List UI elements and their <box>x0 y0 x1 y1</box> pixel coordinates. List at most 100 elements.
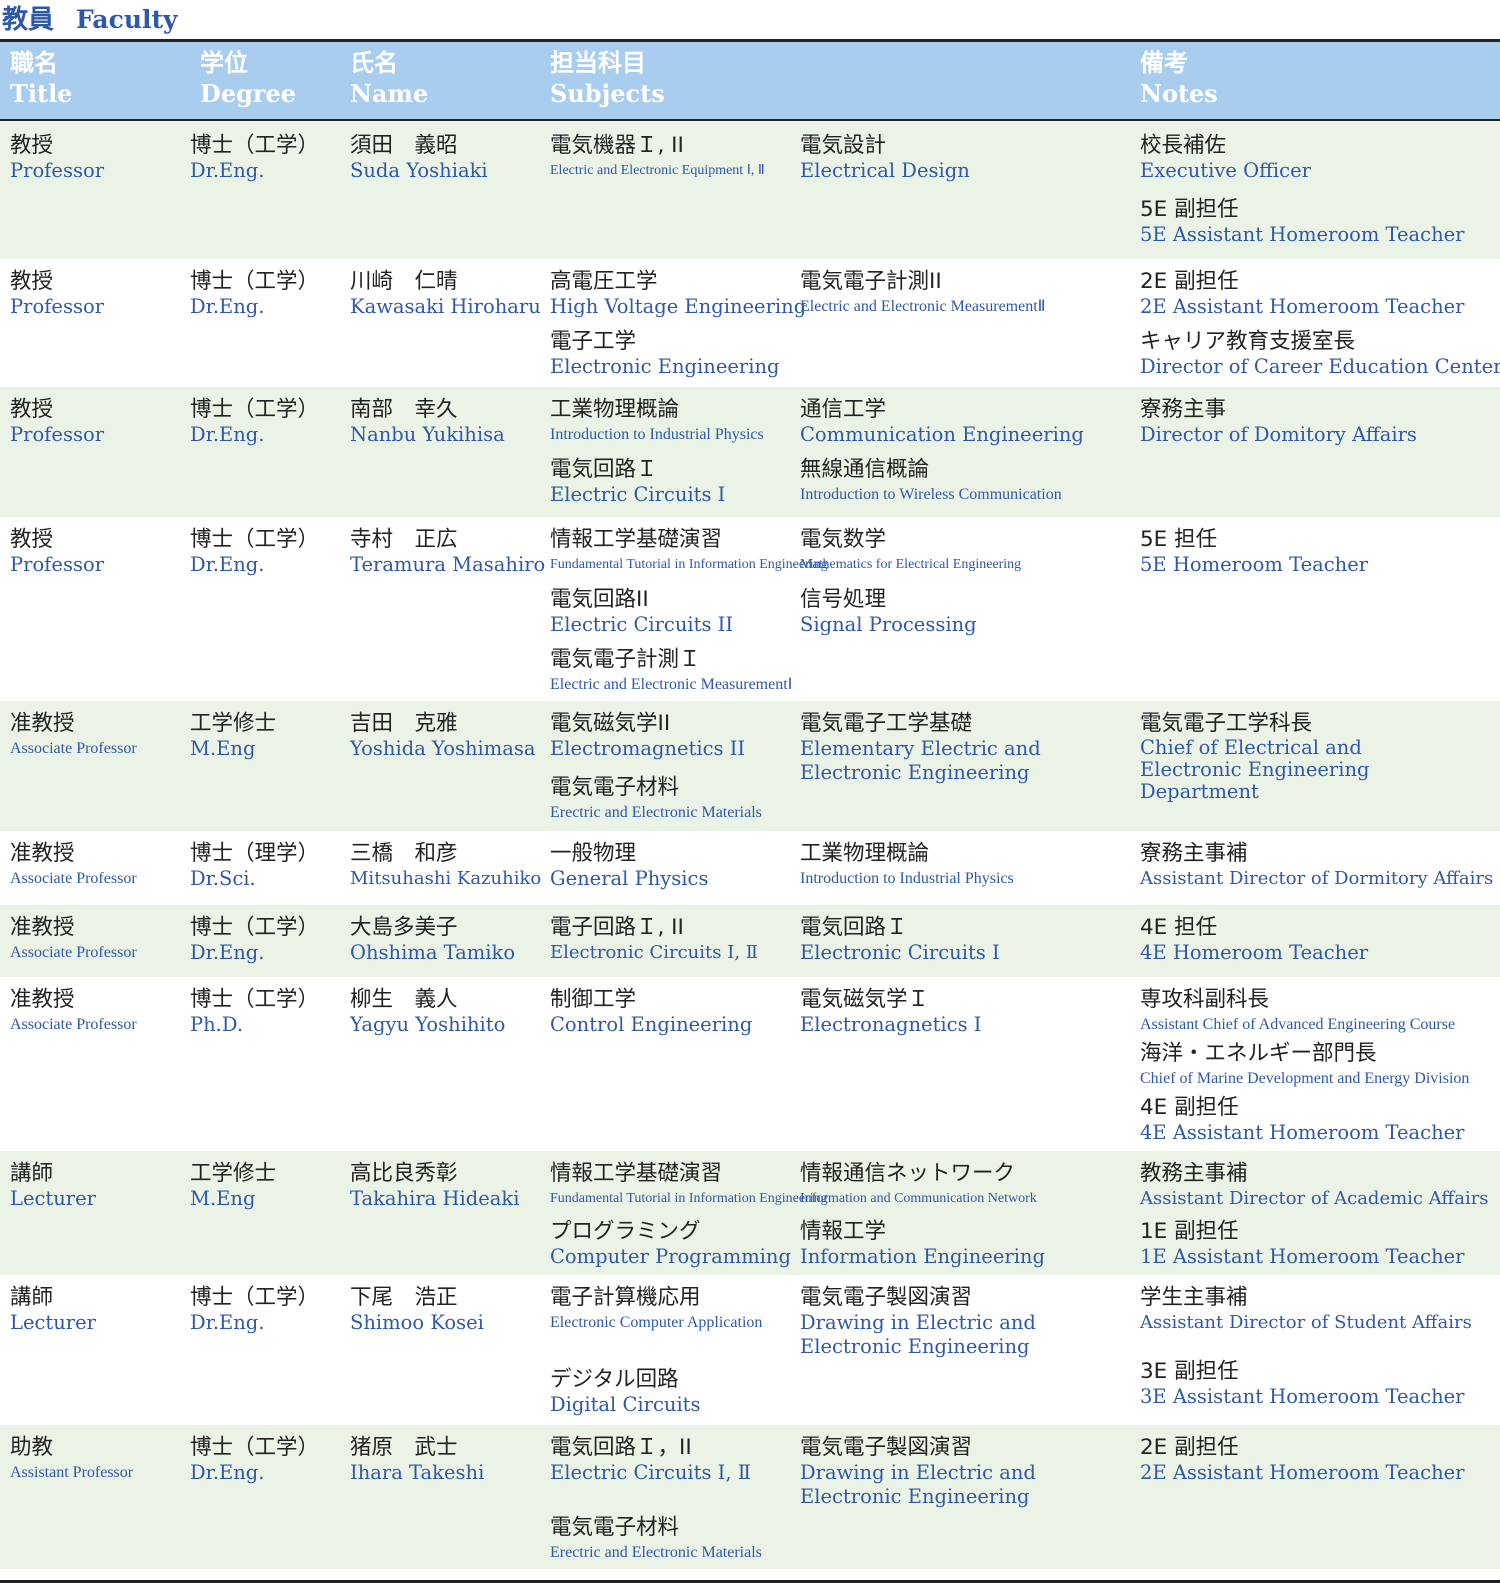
subject-item: 高電圧工学 High Voltage Engineering <box>550 269 807 318</box>
name-cell: 三橋 和彦 Mitsuhashi Kazuhiko <box>350 841 542 889</box>
subject-item: 電気電子材料 Erectric and Electronic Materials <box>550 775 762 821</box>
heading-en: Faculty <box>76 4 178 34</box>
subject-item: 電気設計 Electrical Design <box>800 133 970 182</box>
subject-item: プログラミング Computer Programming <box>550 1219 791 1268</box>
name-cell: 寺村 正広 Teramura Masahiro <box>350 527 546 576</box>
column-header-subjects: 担当科目 Subjects <box>550 49 665 108</box>
name-cell: 川崎 仁晴 Kawasaki Hiroharu <box>350 269 541 318</box>
subject-item: 工業物理概論 Introduction to Industrial Physics <box>800 841 1014 887</box>
name-cell: 吉田 克雅 Yoshida Yoshimasa <box>350 711 536 760</box>
note-item: 1E 副担任 1E Assistant Homeroom Teacher <box>1140 1219 1465 1268</box>
note-item: 寮務主事補 Assistant Director of Dormitory Aff… <box>1140 841 1494 889</box>
subject-item: 情報工学 Information Engineering <box>800 1219 1045 1268</box>
note-item: 学生主事補 Assistant Director of Student Affai… <box>1140 1285 1472 1333</box>
title-cell: 講師 Lecturer <box>10 1285 96 1334</box>
subject-item: デジタル回路 Digital Circuits <box>550 1367 701 1416</box>
table-row: 准教授 Associate Professor 博士（工学） Ph.D. 柳生 義人… <box>0 977 1500 1151</box>
name-cell: 下尾 浩正 Shimoo Kosei <box>350 1285 484 1334</box>
title-cell: 准教授 Associate Professor <box>10 711 137 757</box>
subject-item: 無線通信概論 Introduction to Wireless Communica… <box>800 457 1062 503</box>
note-item: 5E 担任 5E Homeroom Teacher <box>1140 527 1369 576</box>
name-cell: 高比良秀彰 Takahira Hideaki <box>350 1161 520 1210</box>
subject-item: 電気電子工学基礎 Elementary Electric and Electron… <box>800 711 1041 784</box>
note-item: 2E 副担任 2E Assistant Homeroom Teacher <box>1140 1435 1465 1484</box>
column-header-name: 氏名 Name <box>350 49 429 108</box>
name-cell: 柳生 義人 Yagyu Yoshihito <box>350 987 506 1036</box>
title-cell: 教授 Professor <box>10 397 105 446</box>
note-item: 4E 担任 4E Homeroom Teacher <box>1140 915 1369 964</box>
table-row: 教授 Professor 博士（工学） Dr.Eng. 川崎 仁晴 Kawasaki … <box>0 259 1500 387</box>
title-cell: 准教授 Associate Professor <box>10 915 137 961</box>
table-row: 准教授 Associate Professor 博士（理学） Dr.Sci. 三橋 … <box>0 831 1500 905</box>
table-bottom-rule <box>0 1580 1500 1583</box>
subject-item: 通信工学 Communication Engineering <box>800 397 1084 446</box>
note-item: 3E 副担任 3E Assistant Homeroom Teacher <box>1140 1359 1465 1408</box>
subject-item: 電子計算機応用 Electronic Computer Application <box>550 1285 763 1331</box>
note-item: 寮務主事 Director of Domitory Affairs <box>1140 397 1417 446</box>
note-item: 専攻科副科長 Assistant Chief of Advanced Engine… <box>1140 987 1456 1033</box>
subject-item: 情報工学基礎演習 Fundamental Tutorial in Informat… <box>550 527 828 572</box>
subject-item: 一般物理 General Physics <box>550 841 709 890</box>
title-cell: 教授 Professor <box>10 133 105 182</box>
degree-cell: 博士（工学） Dr.Eng. <box>190 527 320 576</box>
column-header-notes: 備考 Notes <box>1140 49 1218 108</box>
subject-item: 電気機器Ｉ, II Electric and Electronic Equipme… <box>550 133 765 178</box>
heading-jp: 教員 <box>2 4 55 35</box>
subject-item: 電気電子計測Ｉ Electric and Electronic Measureme… <box>550 647 793 693</box>
subject-item: 信号処理 Signal Processing <box>800 587 977 636</box>
table-row: 准教授 Associate Professor 博士（工学） Dr.Eng. 大島多… <box>0 905 1500 977</box>
title-cell: 教授 Professor <box>10 527 105 576</box>
table-row: 教授 Professor 博士（工学） Dr.Eng. 寺村 正広 Teramura … <box>0 517 1500 701</box>
subject-item: 情報工学基礎演習 Fundamental Tutorial in Informat… <box>550 1161 828 1206</box>
note-item: 4E 副担任 4E Assistant Homeroom Teacher <box>1140 1095 1465 1144</box>
note-item: 海洋・エネルギー部門長 Chief of Marine Development a… <box>1140 1041 1470 1087</box>
subject-item: 電気数学 Mathematics for Electrical Engineeri… <box>800 527 1022 572</box>
note-item: 教務主事補 Assistant Director of Academic Affa… <box>1140 1161 1489 1209</box>
title-cell: 准教授 Associate Professor <box>10 987 137 1033</box>
subject-item: 情報通信ネットワーク Information and Communication … <box>800 1161 1037 1206</box>
subject-item: 電気電子材料 Erectric and Electronic Materials <box>550 1515 762 1561</box>
degree-cell: 博士（工学） Dr.Eng. <box>190 915 320 964</box>
degree-cell: 博士（工学） Dr.Eng. <box>190 269 320 318</box>
subject-item: 電子回路Ｉ, II Electronic Circuits Ⅰ, Ⅱ <box>550 915 759 963</box>
title-cell: 教授 Professor <box>10 269 105 318</box>
subject-item: 電子工学 Electronic Engineering <box>550 329 780 378</box>
table-row: 教授 Professor 博士（工学） Dr.Eng. 南部 幸久 Nanbu Yuk… <box>0 387 1500 517</box>
section-heading: 教員 Faculty <box>0 0 1500 42</box>
title-cell: 准教授 Associate Professor <box>10 841 137 887</box>
table-row: 助教 Assistant Professor 博士（工学） Dr.Eng. 猪原 武… <box>0 1425 1500 1569</box>
subject-item: 電気磁気学II Electromagnetics II <box>550 711 746 760</box>
subject-item: 電気電子製図演習 Drawing in Electric and Electron… <box>800 1435 1036 1508</box>
degree-cell: 博士（工学） Ph.D. <box>190 987 320 1036</box>
subject-item: 電気磁気学Ｉ Electronagnetics Ⅰ <box>800 987 982 1036</box>
degree-cell: 博士（工学） Dr.Eng. <box>190 133 320 182</box>
degree-cell: 博士（工学） Dr.Eng. <box>190 1285 320 1334</box>
table-row: 准教授 Associate Professor 工学修士 M.Eng 吉田 克雅 Yo… <box>0 701 1500 831</box>
column-header-title: 職名 Title <box>10 49 73 108</box>
degree-cell: 工学修士 M.Eng <box>190 711 277 760</box>
subject-item: 電気回路Ｉ Electronic Circuits Ⅰ <box>800 915 1000 964</box>
subject-item: 電気回路Ｉ Electric Circuits I <box>550 457 726 506</box>
name-cell: 須田 義昭 Suda Yoshiaki <box>350 133 488 182</box>
degree-cell: 博士（工学） Dr.Eng. <box>190 397 320 446</box>
subject-item: 電気回路II Electric Circuits II <box>550 587 734 636</box>
title-cell: 講師 Lecturer <box>10 1161 96 1210</box>
name-cell: 大島多美子 Ohshima Tamiko <box>350 915 516 964</box>
note-item: 5E 副担任 5E Assistant Homeroom Teacher <box>1140 197 1465 246</box>
note-item: キャリア教育支援室長 Director of Career Education C… <box>1140 329 1500 378</box>
name-cell: 猪原 武士 Ihara Takeshi <box>350 1435 485 1484</box>
table-header: 職名 Title 学位 Degree 氏名 Name 担当科目 Subjects… <box>0 42 1500 121</box>
table-row: 講師 Lecturer 工学修士 M.Eng 高比良秀彰 Takahira Hidea… <box>0 1151 1500 1275</box>
subject-item: 制御工学 Control Engineering <box>550 987 753 1036</box>
note-item: 電気電子工学科長 Chief of Electrical and Electron… <box>1140 711 1370 803</box>
note-item: 2E 副担任 2E Assistant Homeroom Teacher <box>1140 269 1465 318</box>
subject-item: 電気回路Ｉ，II Electric Circuits Ⅰ, Ⅱ <box>550 1435 752 1484</box>
title-cell: 助教 Assistant Professor <box>10 1435 134 1481</box>
degree-cell: 工学修士 M.Eng <box>190 1161 277 1210</box>
table-row: 教授 Professor 博士（工学） Dr.Eng. 須田 義昭 Suda Yosh… <box>0 121 1500 259</box>
subject-item: 電気電子製図演習 Drawing in Electric and Electron… <box>800 1285 1036 1358</box>
subject-item: 電気電子計測II Electric and Electronic Measurem… <box>800 269 1046 315</box>
degree-cell: 博士（工学） Dr.Eng. <box>190 1435 320 1484</box>
degree-cell: 博士（理学） Dr.Sci. <box>190 841 320 890</box>
column-header-degree: 学位 Degree <box>200 49 297 108</box>
